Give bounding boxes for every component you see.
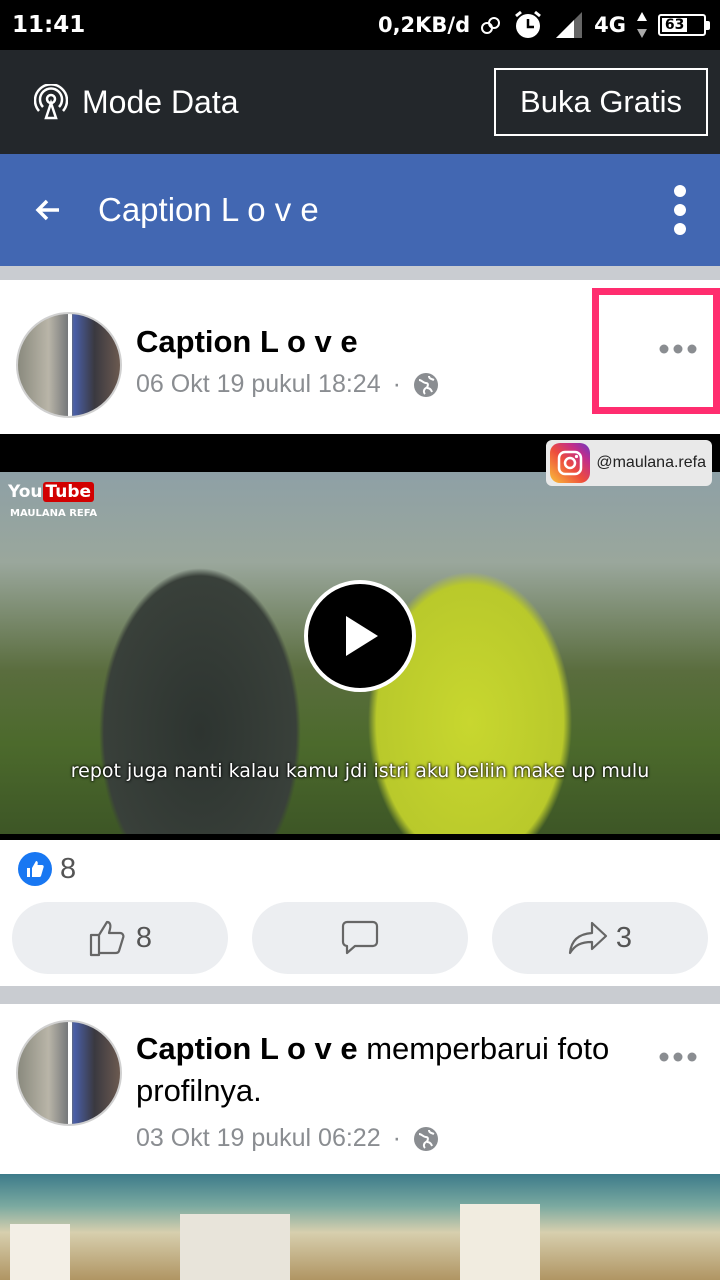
data-arrows-icon <box>637 12 647 38</box>
app-header: Caption L o v e <box>0 154 720 266</box>
like-count: 8 <box>135 921 153 954</box>
reaction-summary[interactable]: 8 <box>18 852 76 886</box>
youtube-watermark: You Tube <box>8 482 95 502</box>
globe-icon <box>413 372 438 397</box>
post-options-button[interactable] <box>658 1050 698 1068</box>
broadcast-icon <box>34 84 68 120</box>
data-mode-bar: Mode Data Buka Gratis <box>0 50 720 154</box>
back-arrow-icon <box>35 199 59 221</box>
share-icon <box>568 921 608 955</box>
avatar[interactable] <box>16 312 122 418</box>
post-timestamp[interactable]: 06 Okt 19 pukul 18:24 <box>136 370 381 399</box>
instagram-tag: @maulana.refa <box>546 440 712 486</box>
post-author[interactable]: Caption L o v e <box>136 324 358 360</box>
meta-separator: · <box>392 370 401 398</box>
post-video[interactable]: You Tube MAULANA REFA @maulana.refa repot… <box>0 434 720 840</box>
video-subtitle: repot juga nanti kalau kamu jdi istri ak… <box>70 760 650 782</box>
divider <box>0 266 720 280</box>
post-headline: Caption L o v e memperbarui foto profiln… <box>136 1028 666 1112</box>
comment-button[interactable] <box>252 902 468 974</box>
more-vertical-icon <box>674 185 686 235</box>
post-meta: 03 Okt 19 pukul 06:22 · <box>136 1124 439 1153</box>
battery-level: 63 <box>662 18 688 32</box>
highlight-annotation <box>592 288 720 414</box>
status-time: 11:41 <box>12 12 86 38</box>
meta-separator: · <box>392 1124 401 1152</box>
page-title: Caption L o v e <box>98 191 319 228</box>
globe-icon <box>413 1126 438 1151</box>
share-count: 3 <box>615 921 633 954</box>
channel-watermark: MAULANA REFA <box>10 508 98 519</box>
back-button[interactable] <box>0 199 96 221</box>
status-indicators: 0,2KB/d 4G 63 <box>377 9 710 41</box>
signal-icon <box>556 12 583 38</box>
hotspot-icon <box>481 17 501 34</box>
image-window <box>460 1204 540 1280</box>
play-icon <box>346 616 378 656</box>
post-author[interactable]: Caption L o v e <box>136 1031 358 1066</box>
instagram-icon <box>550 443 591 483</box>
comment-icon <box>341 920 379 955</box>
instagram-handle: @maulana.refa <box>596 454 706 471</box>
play-button[interactable] <box>304 580 416 692</box>
post-reactions: 8 8 3 <box>0 840 720 986</box>
image-window <box>180 1214 290 1280</box>
image-window <box>10 1224 70 1280</box>
network-type: 4G <box>594 13 626 37</box>
post-actions: 8 3 <box>12 902 708 974</box>
avatar[interactable] <box>16 1020 122 1126</box>
thumbs-up-icon <box>89 920 125 957</box>
alarm-icon <box>515 10 542 38</box>
divider <box>0 986 720 1004</box>
data-rate: 0,2KB/d <box>377 13 471 37</box>
free-mode-button[interactable]: Buka Gratis <box>494 68 708 136</box>
battery-icon: 63 <box>658 14 710 36</box>
post-image[interactable] <box>0 1174 720 1280</box>
like-button[interactable]: 8 <box>12 902 228 974</box>
reaction-count: 8 <box>60 852 77 885</box>
data-mode-label: Mode Data <box>82 83 239 120</box>
post-header: Caption L o v e memperbarui foto profiln… <box>0 1004 720 1174</box>
like-reaction-icon <box>18 852 52 886</box>
status-bar: 11:41 0,2KB/d 4G 63 <box>0 0 720 50</box>
post-meta: 06 Okt 19 pukul 18:24 · <box>136 370 439 399</box>
data-mode-indicator: Mode Data <box>34 84 239 121</box>
overflow-menu-button[interactable] <box>640 184 720 236</box>
more-horizontal-icon <box>659 1052 697 1062</box>
share-button[interactable]: 3 <box>492 902 708 974</box>
post-timestamp[interactable]: 03 Okt 19 pukul 06:22 <box>136 1124 381 1153</box>
